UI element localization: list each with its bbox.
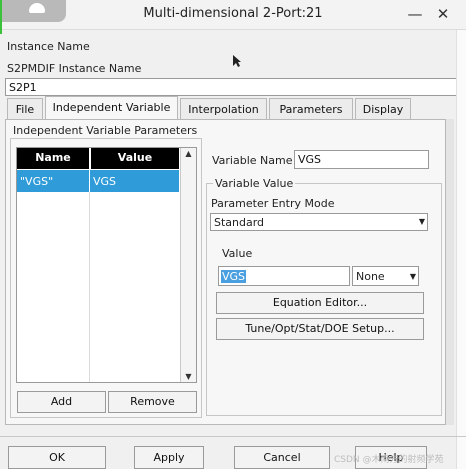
close-icon[interactable]: ✕ — [432, 3, 454, 25]
instance-name-section-label: Instance Name — [7, 40, 90, 53]
table-scrollbar[interactable] — [180, 148, 196, 382]
unit-value: None — [356, 270, 385, 283]
chevron-down-icon: ▼ — [418, 217, 425, 226]
mouse-cursor-icon — [233, 55, 241, 67]
cancel-button[interactable]: Cancel — [234, 446, 330, 469]
scroll-up-icon[interactable]: ▲ — [181, 149, 196, 159]
panel-scrollbar[interactable] — [446, 119, 454, 425]
remove-button[interactable]: Remove — [108, 391, 197, 413]
instance-name-input[interactable]: S2P1 — [5, 78, 463, 96]
chevron-down-icon: ▼ — [409, 272, 416, 281]
value-input[interactable]: VGS — [218, 266, 350, 286]
window-right-edge — [456, 30, 466, 469]
value-input-text: VGS — [221, 270, 247, 283]
ok-button[interactable]: OK — [8, 446, 106, 469]
entry-mode-label: Parameter Entry Mode — [211, 197, 335, 210]
tab-parameters[interactable]: Parameters — [269, 98, 353, 120]
table-cell-value: VGS — [93, 175, 117, 188]
tab-display[interactable]: Display — [355, 98, 411, 120]
table-column-divider — [89, 170, 90, 192]
footer-divider — [0, 436, 466, 437]
unit-select[interactable]: None ▼ — [352, 266, 419, 286]
minimize-icon[interactable]: — — [404, 3, 426, 25]
variable-name-label: Variable Name — [212, 154, 293, 167]
entry-mode-value: Standard — [214, 216, 265, 229]
watermark: CSDN @木南方的射频学苑 — [334, 455, 444, 465]
table-cell-name: "VGS" — [20, 175, 54, 188]
column-header-name[interactable]: Name — [17, 148, 89, 169]
tab-independent-variable[interactable]: Independent Variable — [45, 96, 178, 120]
tune-opt-stat-doe-setup-button[interactable]: Tune/Opt/Stat/DOE Setup... — [216, 318, 424, 340]
table-column-divider — [89, 192, 90, 382]
scroll-down-icon[interactable]: ▼ — [181, 372, 196, 382]
equation-editor-button[interactable]: Equation Editor... — [216, 292, 424, 314]
variable-value-group-title: Variable Value — [213, 177, 296, 190]
add-button[interactable]: Add — [17, 391, 106, 413]
window-title: Multi-dimensional 2-Port:21 — [143, 6, 323, 21]
tab-interpolation[interactable]: Interpolation — [180, 98, 267, 120]
group-title: Independent Variable Parameters — [13, 124, 198, 137]
tab-file[interactable]: File — [7, 98, 43, 120]
value-label: Value — [222, 247, 253, 260]
apply-button[interactable]: Apply — [134, 446, 204, 469]
variable-name-input[interactable]: VGS — [294, 150, 429, 169]
column-header-value[interactable]: Value — [90, 148, 179, 169]
entry-mode-select[interactable]: Standard ▼ — [210, 213, 428, 231]
instance-name-field-label: S2PMDIF Instance Name — [7, 62, 142, 75]
